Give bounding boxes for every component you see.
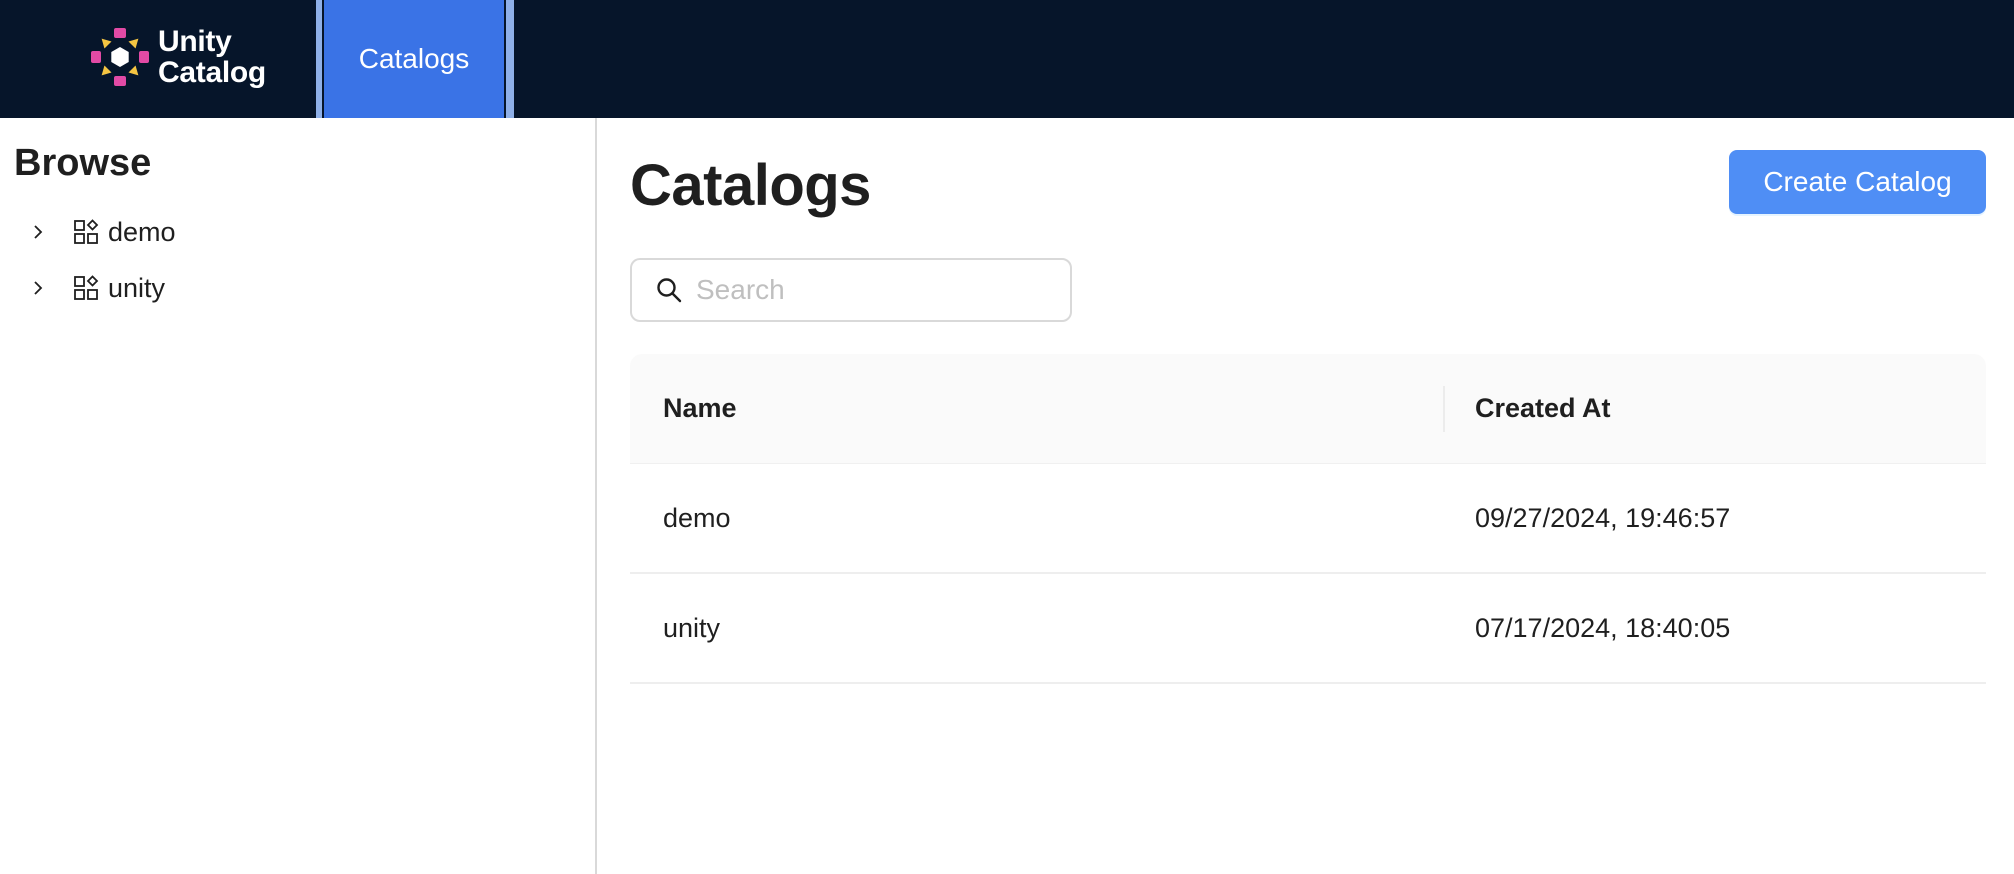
nav-divider [506,0,514,118]
sidebar-item-demo[interactable]: demo [24,210,176,254]
table-row[interactable]: demo 09/27/2024, 19:46:57 [630,464,1986,574]
table-header: Name Created At [630,354,1986,464]
logo-text-line2: Catalog [158,56,266,89]
sidebar-item-label: unity [108,272,166,303]
unity-catalog-logo[interactable]: Unity Catalog [88,22,288,92]
cell-name: demo [663,502,731,533]
column-header-created-at[interactable]: Created At [1475,393,1611,424]
create-catalog-button[interactable]: Create Catalog [1729,150,1986,214]
column-header-name[interactable]: Name [663,393,737,424]
top-navigation-bar: Unity Catalog Catalogs [0,0,2014,118]
catalog-icon [72,274,100,302]
cell-created-at: 07/17/2024, 18:40:05 [1475,612,1731,643]
chevron-right-icon[interactable] [24,218,52,246]
logo-text-line1: Unity [158,25,232,58]
sidebar-item-label: demo [108,216,176,247]
catalog-icon [72,218,100,246]
logo-mark-icon [91,28,149,86]
page-title: Catalogs [630,153,871,218]
nav-tab-catalogs[interactable]: Catalogs [322,0,506,118]
cell-created-at: 09/27/2024, 19:46:57 [1475,502,1731,533]
cell-name: unity [663,612,721,643]
table-row[interactable]: unity 07/17/2024, 18:40:05 [630,574,1986,684]
sidebar-title: Browse [14,142,152,184]
chevron-right-icon[interactable] [24,274,52,302]
catalogs-table: Name Created At demo 09/27/2024, 19:46:5… [630,354,1986,684]
sidebar-item-unity[interactable]: unity [24,266,165,310]
column-divider [1443,386,1445,432]
search-box[interactable] [630,258,1072,322]
search-input[interactable] [696,274,1056,306]
search-icon [654,275,684,305]
logo-text: Unity Catalog [158,26,266,88]
browse-sidebar: Browse demo unity [0,118,597,874]
